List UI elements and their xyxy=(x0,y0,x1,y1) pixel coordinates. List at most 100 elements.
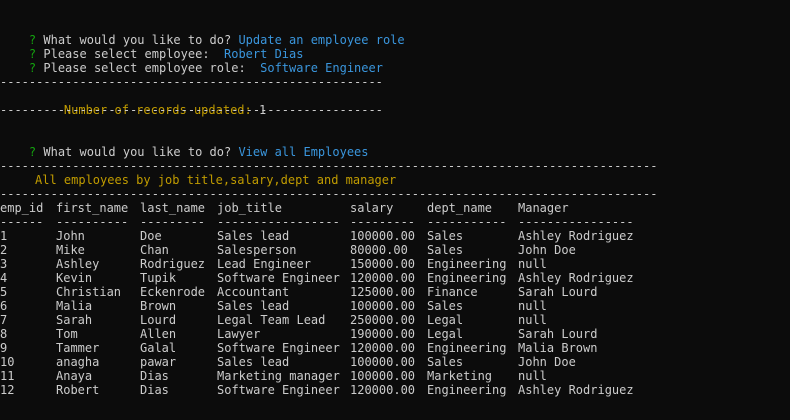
separator-line: ----------------------------------------… xyxy=(0,103,383,117)
cell-job-title: Software Engineer xyxy=(217,383,340,397)
prompt-question: Please select employee role: xyxy=(43,61,246,75)
column-header-first-name: first_name xyxy=(56,201,129,215)
cell-emp-id: 11 xyxy=(0,369,15,383)
report-title: All employees by job title,salary,dept a… xyxy=(35,173,397,187)
cell-emp-id: 7 xyxy=(0,313,8,327)
cell-emp-id: 6 xyxy=(0,299,8,313)
cell-salary: 150000.00 xyxy=(350,257,416,271)
cell-last-name: Chan xyxy=(140,243,169,257)
prompt-line-action: ? What would you like to do? View all Em… xyxy=(0,131,369,159)
cell-dept-name: Sales xyxy=(427,355,464,369)
cell-last-name: Eckenrode xyxy=(140,285,206,299)
cell-job-title: Accountant xyxy=(217,285,290,299)
cell-last-name: Lourd xyxy=(140,313,177,327)
column-underline: ------ xyxy=(0,215,44,229)
cell-job-title: Sales lead xyxy=(217,229,290,243)
column-underline: ----------------- xyxy=(217,215,340,229)
cell-emp-id: 4 xyxy=(0,271,8,285)
cell-salary: 190000.00 xyxy=(350,327,416,341)
separator-line: ----------------------------------------… xyxy=(0,75,383,89)
cell-last-name: pawar xyxy=(140,355,177,369)
cell-dept-name: Engineering xyxy=(427,341,507,355)
prompt-line-action: ? What would you like to do? Update an e… xyxy=(0,19,405,47)
column-underline: ---------------- xyxy=(518,215,634,229)
cell-dept-name: Engineering xyxy=(427,383,507,397)
cell-last-name: Dias xyxy=(140,369,169,383)
cell-first-name: Robert xyxy=(56,383,100,397)
cell-salary: 125000.00 xyxy=(350,285,416,299)
cell-manager: John Doe xyxy=(518,243,576,257)
column-header-salary: salary xyxy=(350,201,394,215)
cell-first-name: Anaya xyxy=(56,369,93,383)
cell-emp-id: 1 xyxy=(0,229,8,243)
cell-manager: null xyxy=(518,299,547,313)
cell-job-title: Legal Team Lead xyxy=(217,313,326,327)
cell-job-title: Sales lead xyxy=(217,355,290,369)
cell-first-name: Kevin xyxy=(56,271,93,285)
separator-line: ----------------------------------------… xyxy=(0,187,658,201)
cell-last-name: Tupik xyxy=(140,271,177,285)
cell-dept-name: Legal xyxy=(427,313,464,327)
cell-job-title: Marketing manager xyxy=(217,369,340,383)
prompt-line-role: ? Please select employee role: Software … xyxy=(0,47,383,75)
cell-job-title: Software Engineer xyxy=(217,271,340,285)
cell-first-name: Malia xyxy=(56,299,93,313)
cell-first-name: Christian xyxy=(56,285,122,299)
prompt-question: What would you like to do? xyxy=(43,145,232,159)
prompt-answer: Software Engineer xyxy=(260,61,383,75)
cell-first-name: John xyxy=(56,229,85,243)
cell-emp-id: 5 xyxy=(0,285,8,299)
cell-dept-name: Legal xyxy=(427,327,464,341)
separator-line: ----------------------------------------… xyxy=(0,159,658,173)
cell-salary: 120000.00 xyxy=(350,383,416,397)
cell-manager: Sarah Lourd xyxy=(518,285,598,299)
cell-job-title: Sales lead xyxy=(217,299,290,313)
cell-last-name: Galal xyxy=(140,341,177,355)
cell-emp-id: 8 xyxy=(0,327,8,341)
column-underline: ----------- xyxy=(427,215,507,229)
cell-emp-id: 9 xyxy=(0,341,8,355)
column-underline: ---------- xyxy=(56,215,129,229)
terminal-window[interactable]: ? What would you like to do? Update an e… xyxy=(0,0,790,420)
cell-salary: 120000.00 xyxy=(350,341,416,355)
prompt-line-employee: ? Please select employee: Robert Dias xyxy=(0,33,304,61)
cell-emp-id: 2 xyxy=(0,243,8,257)
prompt-answer: View all Employees xyxy=(238,145,369,159)
cell-last-name: Allen xyxy=(140,327,177,341)
cell-manager: null xyxy=(518,313,547,327)
cell-first-name: Sarah xyxy=(56,313,93,327)
cell-job-title: Salesperson xyxy=(217,243,297,257)
cell-dept-name: Engineering xyxy=(427,271,507,285)
cell-manager: null xyxy=(518,369,547,383)
cell-job-title: Software Engineer xyxy=(217,341,340,355)
cell-manager: Ashley Rodriguez xyxy=(518,383,634,397)
cell-last-name: Dias xyxy=(140,383,169,397)
prompt-marker: ? xyxy=(28,145,37,159)
cell-first-name: Ashley xyxy=(56,257,100,271)
column-header-dept-name: dept_name xyxy=(427,201,493,215)
column-header-last-name: last_name xyxy=(140,201,206,215)
cell-first-name: Tammer xyxy=(56,341,100,355)
prompt-marker: ? xyxy=(28,61,37,75)
column-header-emp-id: emp_id xyxy=(0,201,44,215)
cell-manager: Ashley Rodriguez xyxy=(518,271,634,285)
cell-emp-id: 3 xyxy=(0,257,8,271)
cell-salary: 100000.00 xyxy=(350,355,416,369)
cell-job-title: Lead Engineer xyxy=(217,257,311,271)
cell-salary: 120000.00 xyxy=(350,271,416,285)
cell-dept-name: Finance xyxy=(427,285,478,299)
cell-first-name: anagha xyxy=(56,355,100,369)
cell-manager: null xyxy=(518,257,547,271)
cell-salary: 250000.00 xyxy=(350,313,416,327)
cell-last-name: Doe xyxy=(140,229,162,243)
cell-dept-name: Sales xyxy=(427,243,464,257)
column-underline: --------- xyxy=(350,215,416,229)
cell-manager: Ashley Rodriguez xyxy=(518,229,634,243)
cell-dept-name: Engineering xyxy=(427,257,507,271)
cell-first-name: Tom xyxy=(56,327,78,341)
cell-dept-name: Sales xyxy=(427,229,464,243)
cell-manager: John Doe xyxy=(518,355,576,369)
column-underline: --------- xyxy=(140,215,206,229)
cell-first-name: Mike xyxy=(56,243,85,257)
cell-job-title: Lawyer xyxy=(217,327,261,341)
